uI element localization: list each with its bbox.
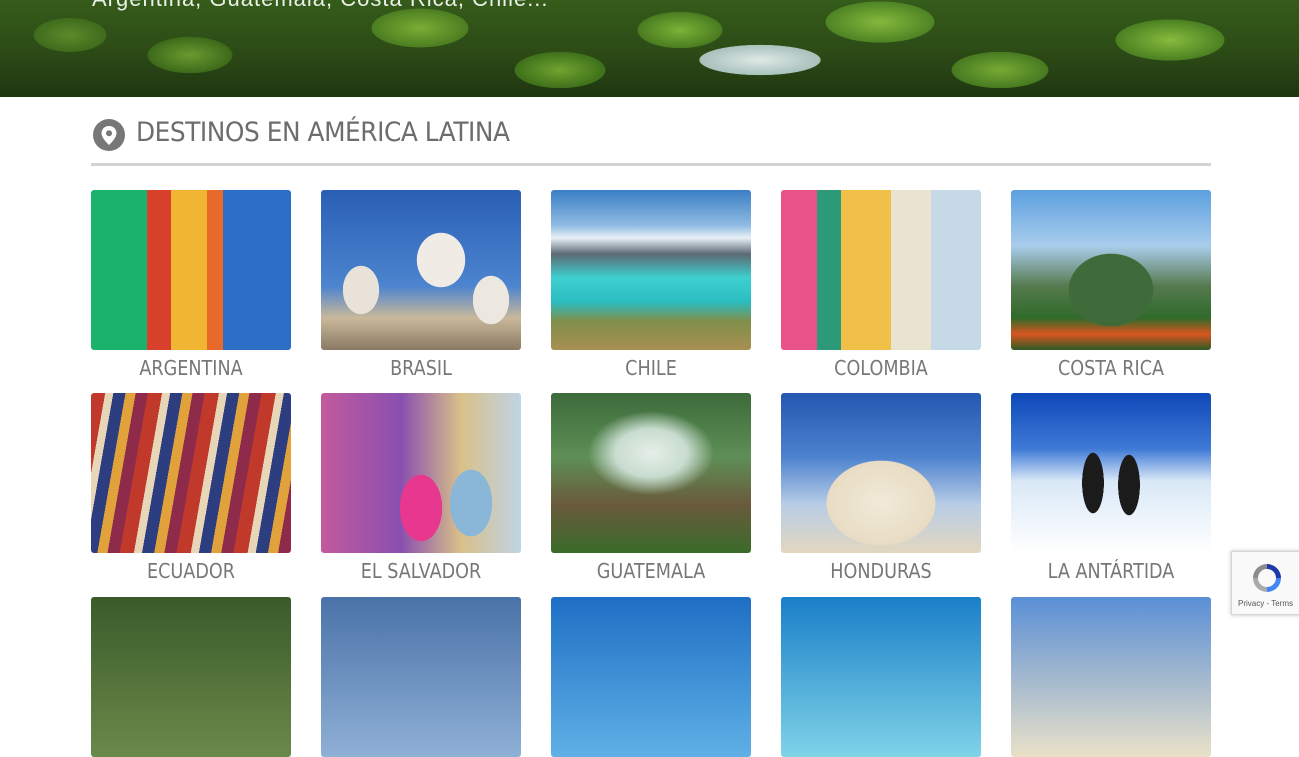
destination-image[interactable] [321, 190, 521, 350]
destination-image[interactable] [321, 597, 521, 757]
destination-card-brasil[interactable]: BRASIL [321, 190, 521, 386]
recaptcha-badge[interactable]: Privacy - Terms [1231, 551, 1299, 615]
destination-card-chile[interactable]: CHILE [551, 190, 751, 386]
destination-image[interactable] [1011, 190, 1211, 350]
privacy-link[interactable]: Privacy [1238, 599, 1264, 608]
destination-label[interactable]: COSTA RICA [1023, 350, 1199, 386]
destination-label[interactable]: COLOMBIA [793, 350, 969, 386]
destination-card-el-salvador[interactable]: EL SALVADOR [321, 393, 521, 589]
hero-caption: Argentina, Guatemala, Costa Rica, Chile.… [92, 0, 549, 12]
destination-image[interactable] [551, 393, 751, 553]
destination-card-la-antartida[interactable]: LA ANTÁRTIDA [1011, 393, 1211, 589]
destination-card-partial[interactable] [321, 597, 521, 757]
section-divider [91, 163, 1211, 166]
destination-image[interactable] [551, 597, 751, 757]
destination-card-honduras[interactable]: HONDURAS [781, 393, 981, 589]
destination-label[interactable]: ECUADOR [103, 553, 279, 589]
destination-label[interactable]: EL SALVADOR [333, 553, 509, 589]
page-title: DESTINOS EN AMÉRICA LATINA [136, 117, 510, 148]
destination-image[interactable] [1011, 393, 1211, 553]
destination-image[interactable] [91, 393, 291, 553]
destination-card-guatemala[interactable]: GUATEMALA [551, 393, 751, 589]
recaptcha-logo-icon [1247, 560, 1287, 601]
map-pin-icon [93, 119, 125, 151]
recaptcha-links: Privacy - Terms [1238, 599, 1293, 608]
destination-image[interactable] [1011, 597, 1211, 757]
destination-card-colombia[interactable]: COLOMBIA [781, 190, 981, 386]
destination-card-costa-rica[interactable]: COSTA RICA [1011, 190, 1211, 386]
destination-image[interactable] [321, 393, 521, 553]
destination-image[interactable] [781, 597, 981, 757]
destination-image[interactable] [781, 190, 981, 350]
destination-card-partial[interactable] [781, 597, 981, 757]
destination-image[interactable] [781, 393, 981, 553]
destination-card-argentina[interactable]: ARGENTINA [91, 190, 291, 386]
destination-label[interactable]: HONDURAS [793, 553, 969, 589]
destination-label[interactable]: ARGENTINA [103, 350, 279, 386]
terms-link[interactable]: Terms [1271, 599, 1293, 608]
destination-card-partial[interactable] [91, 597, 291, 757]
destination-card-ecuador[interactable]: ECUADOR [91, 393, 291, 589]
destination-label[interactable]: LA ANTÁRTIDA [1023, 553, 1199, 589]
destination-image[interactable] [91, 190, 291, 350]
destination-label[interactable]: CHILE [563, 350, 739, 386]
destination-card-partial[interactable] [1011, 597, 1211, 757]
destination-image[interactable] [91, 597, 291, 757]
section-header: DESTINOS EN AMÉRICA LATINA [91, 113, 1211, 153]
destination-card-partial[interactable] [551, 597, 751, 757]
hero-banner: Argentina, Guatemala, Costa Rica, Chile.… [0, 0, 1299, 97]
destination-image[interactable] [551, 190, 751, 350]
destination-label[interactable]: BRASIL [333, 350, 509, 386]
destination-label[interactable]: GUATEMALA [563, 553, 739, 589]
